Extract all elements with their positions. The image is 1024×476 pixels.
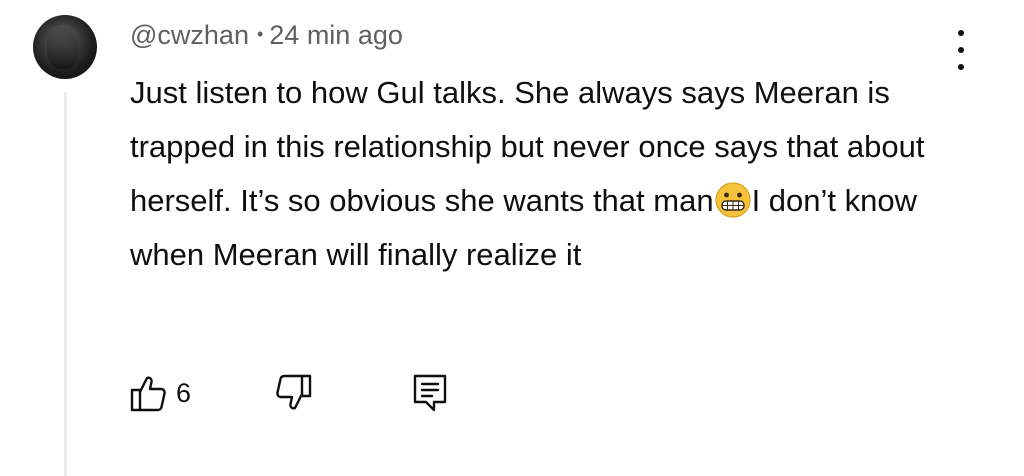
comment: @cwzhan • 24 min ago Just listen to how Gu…	[0, 0, 1024, 476]
comment-timestamp[interactable]: 24 min ago	[269, 20, 403, 50]
comment-text: Just listen to how Gul talks. She always…	[130, 66, 960, 282]
thumbs-up-icon	[130, 374, 166, 412]
reply-button[interactable]	[412, 372, 448, 414]
comment-reply-icon	[412, 373, 448, 413]
avatar[interactable]	[33, 15, 97, 79]
thread-line	[64, 92, 67, 476]
like-button[interactable]: 6	[130, 372, 191, 414]
author-handle[interactable]: @cwzhan	[130, 20, 249, 50]
grimacing-face-icon	[714, 181, 752, 219]
thumbs-down-icon	[276, 374, 312, 412]
like-count: 6	[176, 377, 192, 408]
avatar-figure	[47, 25, 79, 69]
more-options-button[interactable]	[946, 30, 976, 70]
meta-separator: •	[256, 24, 264, 44]
dislike-button[interactable]	[276, 372, 312, 414]
comment-header: @cwzhan • 24 min ago	[130, 20, 403, 51]
more-vertical-icon	[958, 30, 964, 36]
more-vertical-icon-dot	[958, 47, 964, 53]
